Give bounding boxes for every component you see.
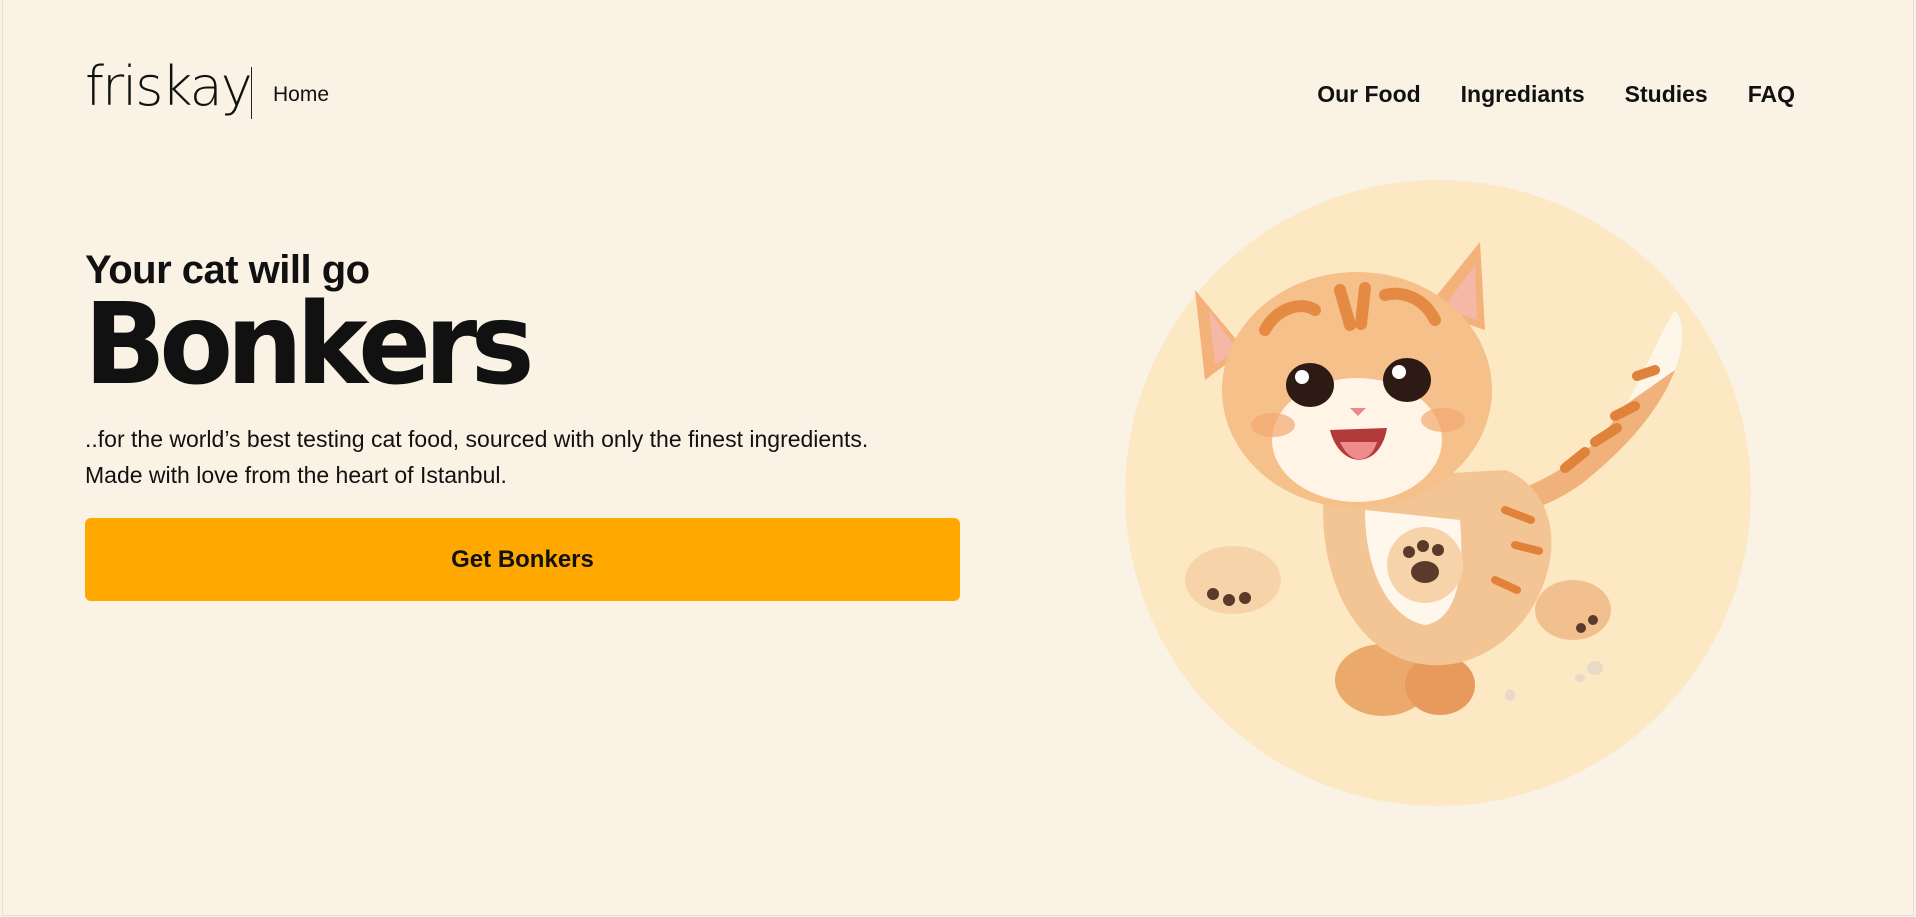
main-nav: Our Food Ingrediants Studies FAQ bbox=[1317, 78, 1795, 110]
hero-description: ..for the world’s best testing cat food,… bbox=[85, 421, 985, 493]
nav-our-food[interactable]: Our Food bbox=[1317, 78, 1420, 110]
nav-studies[interactable]: Studies bbox=[1625, 78, 1708, 110]
breadcrumb-home[interactable]: Home bbox=[273, 80, 329, 110]
hero-title: Bonkers bbox=[84, 280, 535, 410]
jumping-kitten-illustration bbox=[1125, 180, 1751, 806]
nav-faq[interactable]: FAQ bbox=[1748, 78, 1795, 110]
get-bonkers-button[interactable]: Get Bonkers bbox=[85, 518, 960, 601]
logo-divider bbox=[251, 67, 252, 119]
site-header: friskay Home Our Food Ingrediants Studie… bbox=[85, 55, 1795, 120]
hero-description-line-1: ..for the world’s best testing cat food,… bbox=[85, 426, 869, 452]
brand-logo[interactable]: friskay bbox=[85, 55, 253, 119]
nav-ingrediants[interactable]: Ingrediants bbox=[1461, 78, 1585, 110]
hero-description-line-2: Made with love from the heart of Istanbu… bbox=[85, 462, 507, 488]
